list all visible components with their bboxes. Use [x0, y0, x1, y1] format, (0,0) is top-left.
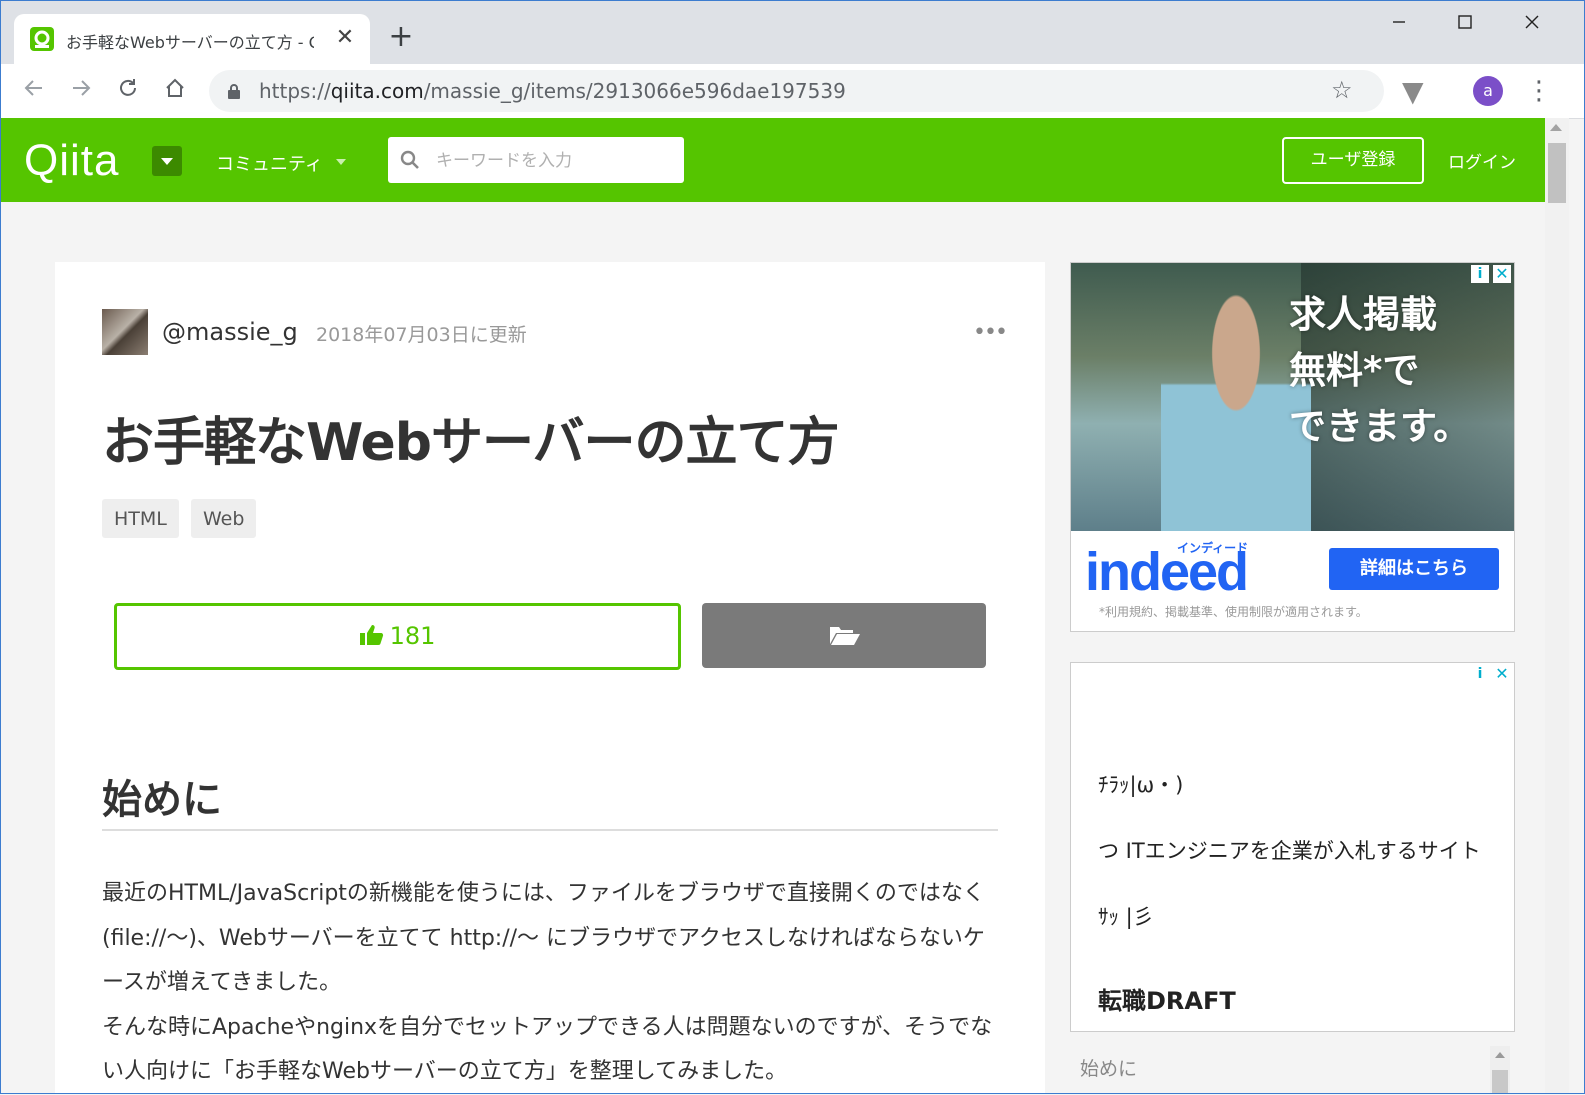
signup-button[interactable]: ユーザ登録	[1282, 137, 1424, 184]
paragraph-line: 最近のHTML/JavaScriptの新機能を使うには、ファイルをブラウザで直接…	[102, 881, 985, 995]
updated-date: 2018年07月03日に更新	[316, 324, 527, 346]
url-text: https://qiita.com/massie_g/items/2913066…	[259, 79, 846, 103]
minimize-icon[interactable]	[1366, 8, 1432, 40]
article-paragraph: 最近のHTML/JavaScriptの新機能を使うには、ファイルをブラウザで直接…	[102, 872, 1002, 1095]
tag-html[interactable]: HTML	[102, 499, 179, 538]
more-options-icon[interactable]: •••	[973, 320, 1008, 345]
tag-web[interactable]: Web	[191, 499, 257, 538]
ad-close-icon[interactable]: ✕	[1493, 265, 1511, 283]
section-heading: 始めに	[102, 777, 222, 823]
tab-strip: お手軽なWebサーバーの立て方 - Qiita ✕ +	[0, 0, 1585, 64]
qiita-logo[interactable]: Qiita	[24, 136, 119, 186]
search-box	[388, 137, 684, 183]
browser-toolbar: https://qiita.com/massie_g/items/2913066…	[0, 64, 1585, 119]
toc-scrollbar[interactable]	[1490, 1046, 1510, 1094]
ad-info-icon[interactable]: i	[1471, 665, 1489, 683]
browser-tab[interactable]: お手軽なWebサーバーの立て方 - Qiita ✕	[14, 14, 370, 64]
profile-avatar[interactable]: a	[1473, 76, 1503, 106]
ad-close-icon[interactable]: ✕	[1493, 665, 1511, 683]
home-icon[interactable]	[158, 74, 192, 108]
ad-text-line: ﾁﾗｯ|ω・)	[1098, 773, 1184, 797]
article-card: @massie_g 2018年07月03日に更新 ••• お手軽なWebサーバー…	[55, 262, 1045, 1094]
qiita-favicon-icon	[30, 27, 54, 51]
like-count: 181	[389, 622, 436, 650]
login-link[interactable]: ログイン	[1448, 148, 1516, 173]
close-icon[interactable]	[1499, 8, 1565, 40]
folder-open-icon	[830, 627, 860, 645]
ad-photo: 求人掲載 無料*で できます。	[1071, 263, 1514, 531]
toc-item[interactable]: 始めに	[1080, 1054, 1137, 1081]
chevron-down-icon	[336, 159, 346, 165]
ad-info-icon[interactable]: i	[1471, 265, 1489, 283]
forward-arrow-icon[interactable]	[64, 74, 98, 108]
logo-dropdown-icon[interactable]	[152, 146, 182, 176]
search-input[interactable]	[434, 145, 678, 177]
new-tab-button[interactable]: +	[384, 20, 418, 54]
qiita-header: Qiita コミュニティ ユーザ登録 ログイン	[0, 118, 1545, 202]
like-button[interactable]: 181	[114, 603, 681, 670]
reload-icon[interactable]	[111, 74, 145, 108]
stock-button[interactable]	[702, 603, 986, 668]
page-scrollbar[interactable]	[1545, 118, 1569, 1094]
tab-close-icon[interactable]: ✕	[332, 25, 358, 51]
ad-text-line: つ ITエンジニアを企業が入札するサイト	[1098, 839, 1481, 863]
indeed-ad[interactable]: 求人掲載 無料*で できます。 i ✕ インディード indeed 詳細はこちら…	[1070, 262, 1515, 632]
article-title: お手軽なWebサーバーの立て方	[102, 413, 839, 473]
thumbs-up-icon	[359, 607, 384, 668]
extension-v-icon[interactable]: ▼	[1402, 78, 1424, 106]
address-bar[interactable]: https://qiita.com/massie_g/items/2913066…	[209, 70, 1384, 112]
ad-footnote: *利用規約、掲載基準、使用制限が適用されます。	[1099, 605, 1368, 619]
ad-copy: 求人掲載 無料*で できます。	[1289, 293, 1471, 448]
lock-icon	[228, 84, 240, 99]
back-arrow-icon[interactable]	[17, 74, 51, 108]
author-avatar[interactable]	[102, 309, 148, 355]
author-name[interactable]: @massie_g	[162, 318, 298, 346]
ad-brand-line: 転職DRAFT	[1098, 987, 1236, 1015]
maximize-icon[interactable]	[1432, 8, 1498, 40]
scroll-up-arrow-icon[interactable]	[1550, 124, 1562, 131]
bookmark-star-icon[interactable]: ☆	[1331, 76, 1353, 104]
tab-title: お手軽なWebサーバーの立て方 - Qiita	[66, 33, 314, 52]
paragraph-line: そんな時にApacheやnginxを自分でセットアップできる人は問題ないのですが…	[102, 1014, 993, 1085]
ad-text-line: ｻｯ |彡	[1098, 905, 1154, 929]
community-menu[interactable]: コミュニティ	[216, 150, 323, 176]
indeed-logo: indeed	[1085, 542, 1249, 602]
search-icon	[400, 150, 419, 169]
menu-dots-icon[interactable]: ⋮	[1526, 74, 1552, 108]
details-button[interactable]: 詳細はこちら	[1329, 548, 1499, 590]
draft-ad[interactable]: i ✕ ﾁﾗｯ|ω・) つ ITエンジニアを企業が入札するサイト ｻｯ |彡 転…	[1070, 662, 1515, 1032]
scrollbar-thumb[interactable]	[1548, 143, 1566, 203]
heading-divider	[102, 829, 998, 831]
